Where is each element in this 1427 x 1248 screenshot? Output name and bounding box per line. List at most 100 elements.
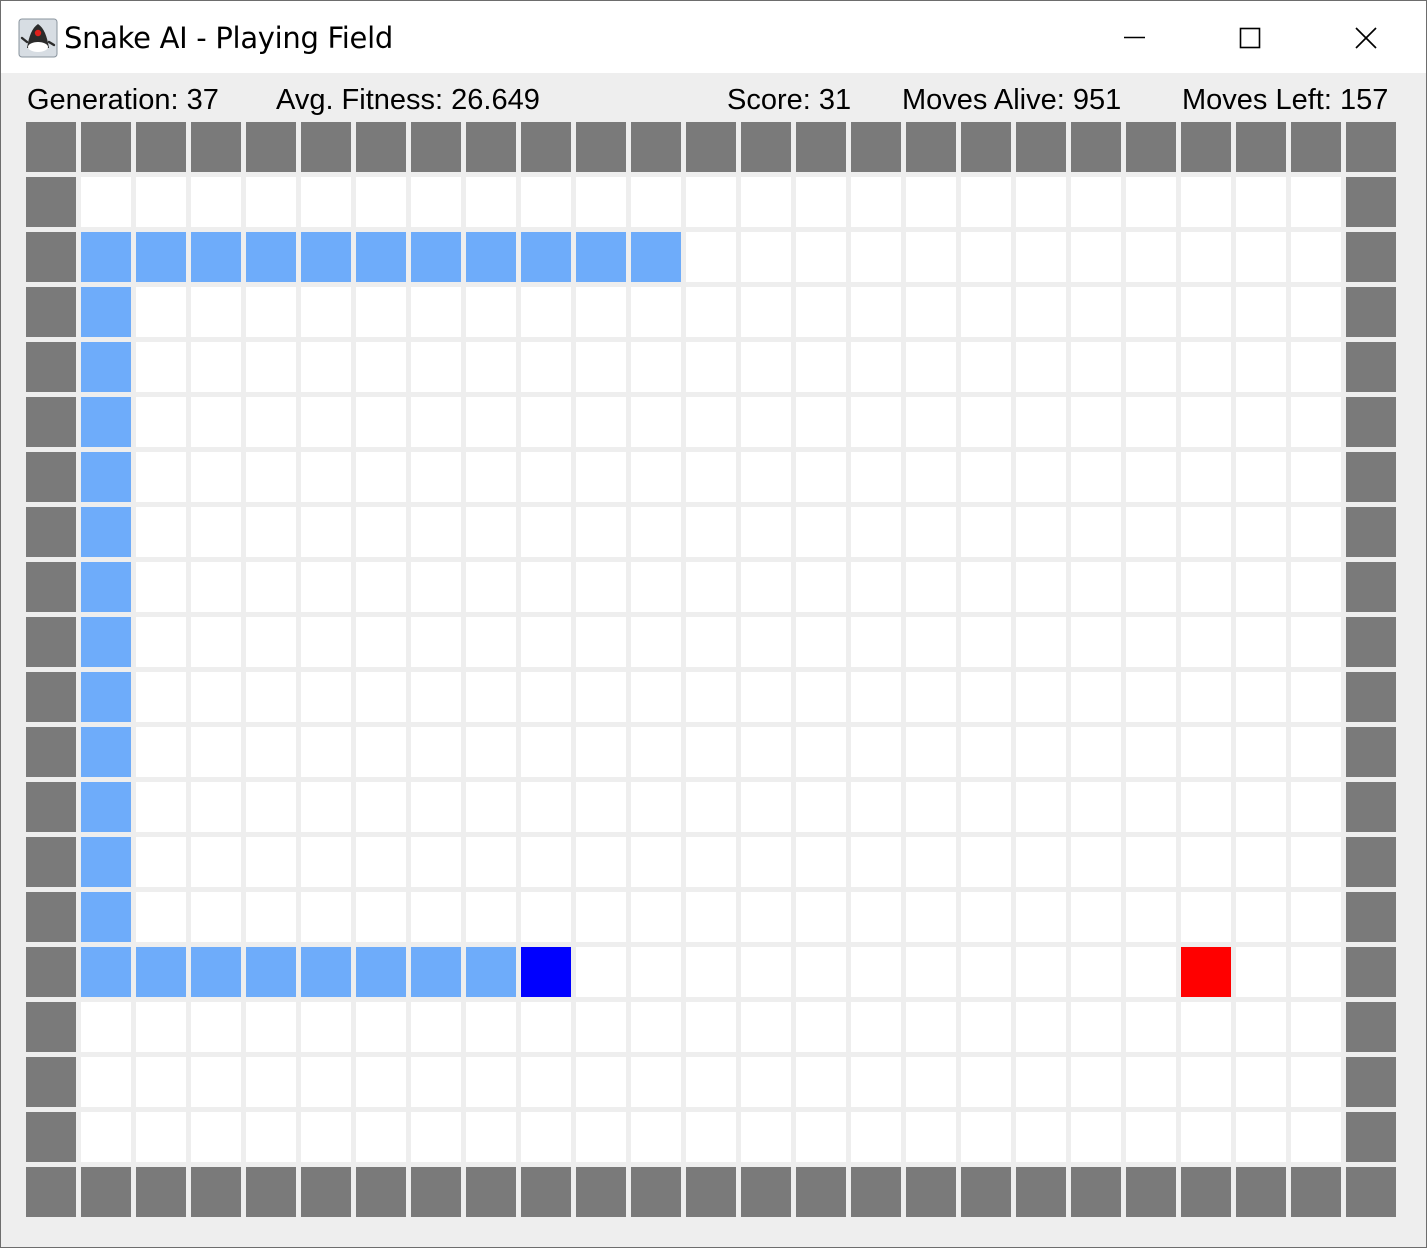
empty-cell xyxy=(741,727,791,777)
empty-cell xyxy=(356,727,406,777)
snake-body-segment xyxy=(191,232,241,282)
empty-cell xyxy=(411,1112,461,1162)
empty-cell xyxy=(796,452,846,502)
wall-cell xyxy=(26,122,76,172)
empty-cell xyxy=(1126,287,1176,337)
empty-cell xyxy=(246,727,296,777)
wall-cell xyxy=(741,122,791,172)
wall-cell xyxy=(521,1167,571,1217)
generation-label: Generation: 37 xyxy=(27,84,219,116)
empty-cell xyxy=(576,1002,626,1052)
empty-cell xyxy=(466,507,516,557)
empty-cell xyxy=(1236,397,1286,447)
empty-cell xyxy=(741,672,791,722)
empty-cell xyxy=(686,672,736,722)
empty-cell xyxy=(576,947,626,997)
snake-body-segment xyxy=(246,947,296,997)
close-button[interactable] xyxy=(1308,1,1424,73)
empty-cell xyxy=(1126,782,1176,832)
empty-cell xyxy=(521,672,571,722)
snake-body-segment xyxy=(356,232,406,282)
wall-cell xyxy=(906,1167,956,1217)
empty-cell xyxy=(1181,617,1231,667)
empty-cell xyxy=(906,727,956,777)
empty-cell xyxy=(246,397,296,447)
wall-cell xyxy=(26,892,76,942)
empty-cell xyxy=(1181,452,1231,502)
empty-cell xyxy=(1181,287,1231,337)
empty-cell xyxy=(1071,617,1121,667)
empty-cell xyxy=(1291,1002,1341,1052)
empty-cell xyxy=(191,397,241,447)
empty-cell xyxy=(191,1057,241,1107)
snake-body-segment xyxy=(81,947,131,997)
wall-cell xyxy=(26,1112,76,1162)
empty-cell xyxy=(741,177,791,227)
empty-cell xyxy=(576,397,626,447)
empty-cell xyxy=(1236,947,1286,997)
empty-cell xyxy=(1071,727,1121,777)
empty-cell xyxy=(796,617,846,667)
wall-cell xyxy=(246,1167,296,1217)
empty-cell xyxy=(796,287,846,337)
minimize-button[interactable] xyxy=(1076,1,1192,73)
wall-cell xyxy=(631,1167,681,1217)
empty-cell xyxy=(411,287,461,337)
empty-cell xyxy=(1071,892,1121,942)
title-bar[interactable]: Snake AI - Playing Field xyxy=(1,1,1426,73)
empty-cell xyxy=(796,562,846,612)
empty-cell xyxy=(1126,947,1176,997)
empty-cell xyxy=(576,562,626,612)
empty-cell xyxy=(1016,892,1066,942)
empty-cell xyxy=(411,562,461,612)
empty-cell xyxy=(301,1002,351,1052)
empty-cell xyxy=(631,287,681,337)
empty-cell xyxy=(1236,1002,1286,1052)
wall-cell xyxy=(576,1167,626,1217)
snake-body-segment xyxy=(411,947,461,997)
empty-cell xyxy=(851,672,901,722)
empty-cell xyxy=(1016,1057,1066,1107)
app-window: Snake AI - Playing Field Generation: 37 … xyxy=(0,0,1427,1248)
empty-cell xyxy=(796,397,846,447)
empty-cell xyxy=(686,617,736,667)
empty-cell xyxy=(906,287,956,337)
empty-cell xyxy=(301,617,351,667)
empty-cell xyxy=(851,1057,901,1107)
empty-cell xyxy=(136,672,186,722)
empty-cell xyxy=(961,342,1011,392)
empty-cell xyxy=(961,232,1011,282)
empty-cell xyxy=(631,782,681,832)
empty-cell xyxy=(1181,342,1231,392)
snake-body-segment xyxy=(466,232,516,282)
empty-cell xyxy=(796,177,846,227)
wall-cell xyxy=(26,1167,76,1217)
empty-cell xyxy=(741,507,791,557)
wall-cell xyxy=(411,1167,461,1217)
empty-cell xyxy=(631,1002,681,1052)
empty-cell xyxy=(1126,672,1176,722)
empty-cell xyxy=(576,177,626,227)
empty-cell xyxy=(1016,177,1066,227)
moves-left-label: Moves Left: 157 xyxy=(1182,84,1389,116)
maximize-button[interactable] xyxy=(1192,1,1308,73)
wall-cell xyxy=(26,562,76,612)
empty-cell xyxy=(851,1112,901,1162)
empty-cell xyxy=(301,452,351,502)
empty-cell xyxy=(466,727,516,777)
empty-cell xyxy=(906,507,956,557)
wall-cell xyxy=(521,122,571,172)
empty-cell xyxy=(1291,562,1341,612)
empty-cell xyxy=(1181,397,1231,447)
snake-body-segment xyxy=(81,232,131,282)
empty-cell xyxy=(1291,1057,1341,1107)
empty-cell xyxy=(191,617,241,667)
empty-cell xyxy=(906,672,956,722)
empty-cell xyxy=(961,837,1011,887)
empty-cell xyxy=(1126,397,1176,447)
empty-cell xyxy=(906,837,956,887)
empty-cell xyxy=(631,947,681,997)
empty-cell xyxy=(631,562,681,612)
empty-cell xyxy=(686,782,736,832)
empty-cell xyxy=(851,892,901,942)
